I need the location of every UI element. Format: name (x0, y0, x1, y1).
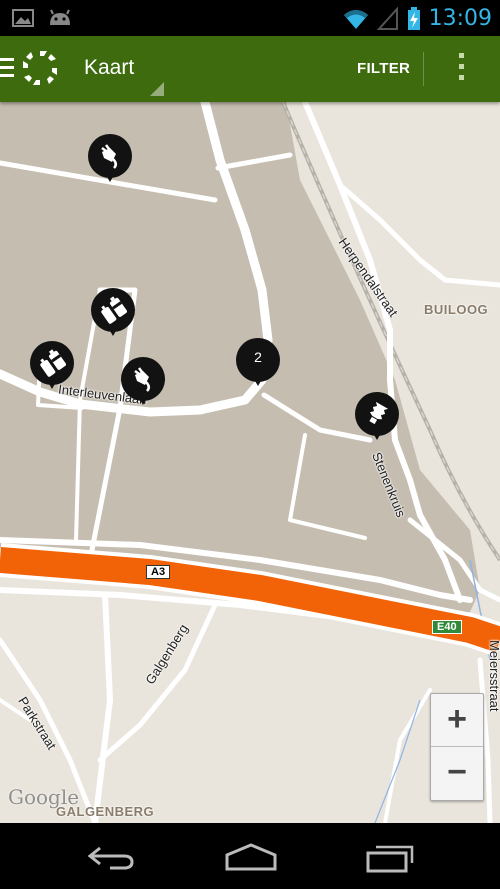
cluster-count: 2 (254, 349, 262, 365)
plug-icon (101, 144, 117, 169)
gallery-icon (12, 9, 34, 27)
batteries-icon (101, 296, 127, 324)
action-divider (423, 52, 424, 86)
street-label-meiers: Meiersstraat (487, 640, 500, 712)
overflow-menu-icon[interactable] (455, 53, 467, 86)
android-icon (50, 9, 70, 25)
plug-icon (134, 367, 150, 392)
status-bar: 13:09 (0, 0, 500, 36)
map-view[interactable]: Interleuvenlaan Herpendalstraat Stenenkr… (0, 102, 500, 823)
map-marker-cluster[interactable]: 2 (236, 338, 280, 390)
wifi-icon (343, 9, 368, 29)
map-marker-batteries[interactable] (91, 288, 135, 340)
home-icon[interactable] (225, 843, 277, 871)
recent-apps-icon[interactable] (366, 841, 416, 873)
signal-icon (376, 6, 398, 30)
map-marker-batteries[interactable] (30, 341, 74, 393)
battery-charging-icon (407, 6, 420, 30)
area-label-builoog: BUILOOG (424, 302, 489, 317)
map-marker-plug[interactable] (88, 134, 132, 186)
map-canvas (0, 102, 500, 823)
road-shield-e40: E40 (432, 620, 462, 634)
app-logo-icon[interactable] (20, 48, 60, 88)
lightbulb-icon (369, 401, 389, 425)
status-clock: 13:09 (428, 6, 492, 31)
zoom-in-button[interactable]: + (431, 694, 483, 747)
menu-icon[interactable] (0, 58, 14, 82)
road-shield-a3: A3 (146, 565, 171, 579)
zoom-out-button[interactable]: − (431, 747, 483, 799)
map-marker-plug[interactable] (121, 357, 165, 409)
map-marker-lightbulb[interactable] (355, 392, 399, 444)
page-title[interactable]: Kaart (84, 56, 134, 80)
back-icon[interactable] (86, 843, 136, 871)
navigation-bar (0, 823, 500, 889)
google-attribution: Google (8, 785, 80, 809)
batteries-icon (40, 349, 66, 377)
zoom-controls: + − (430, 693, 484, 801)
action-bar: Kaart FILTER (0, 36, 500, 102)
filter-button[interactable]: FILTER (357, 60, 410, 77)
spinner-indicator[interactable] (150, 82, 164, 96)
